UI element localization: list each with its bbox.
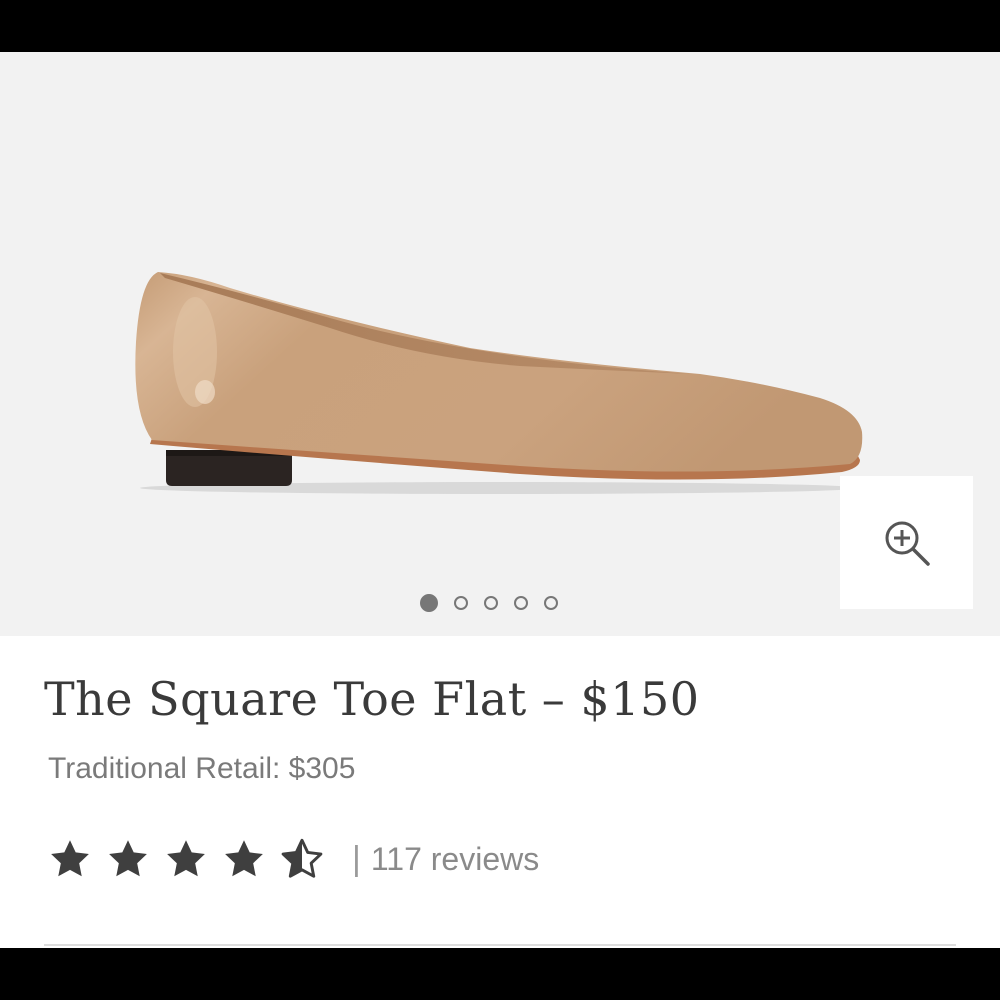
bottom-black-bar	[0, 948, 1000, 1000]
star-full-icon	[167, 840, 205, 877]
carousel-dot-5[interactable]	[544, 596, 558, 610]
carousel-pagination	[420, 592, 558, 614]
carousel-dot-3[interactable]	[484, 596, 498, 610]
product-title: The Square Toe Flat – $150	[44, 672, 700, 726]
product-info-panel: The Square Toe Flat – $150 Traditional R…	[0, 636, 1000, 948]
reviews-separator: |	[352, 839, 361, 878]
rating-row: | 117 reviews	[48, 834, 539, 884]
star-full-icon	[51, 840, 89, 877]
product-image-gallery[interactable]	[0, 52, 1000, 636]
zoom-in-icon	[885, 521, 930, 566]
carousel-dot-1[interactable]	[420, 594, 438, 612]
carousel-dot-4[interactable]	[514, 596, 528, 610]
top-black-bar	[0, 0, 1000, 52]
carousel-dot-2[interactable]	[454, 596, 468, 610]
star-half-icon	[281, 838, 323, 878]
traditional-retail-price: Traditional Retail: $305	[48, 752, 356, 785]
reviews-link[interactable]: 117 reviews	[371, 841, 539, 878]
star-full-icon	[109, 840, 147, 877]
zoom-button[interactable]	[840, 476, 973, 609]
divider	[44, 944, 956, 946]
star-rating[interactable]	[48, 837, 324, 881]
star-full-icon	[225, 840, 263, 877]
